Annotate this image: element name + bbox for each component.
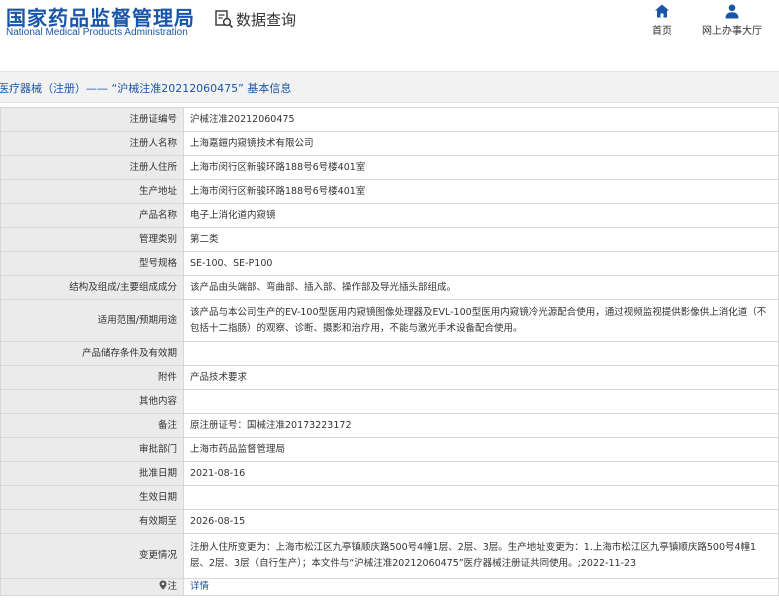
field-label: 注册证编号 xyxy=(0,107,184,132)
note-label-text: 注 xyxy=(167,581,177,592)
field-value: 产品技术要求 xyxy=(183,365,779,390)
document-search-icon xyxy=(215,10,234,29)
note-row: 注 详情 xyxy=(0,578,779,596)
field-value: 注册人住所变更为：上海市松江区九亭镇顺庆路500号4幢1层、2层、3层。生产地址… xyxy=(183,533,779,579)
field-label: 生产地址 xyxy=(0,179,184,204)
field-value: 第二类 xyxy=(183,227,779,252)
details-link[interactable]: 详情 xyxy=(190,581,209,592)
field-value xyxy=(183,389,779,414)
table-row: 有效期至 2026-08-15 xyxy=(0,509,779,534)
field-label: 有效期至 xyxy=(0,509,184,534)
field-value: 电子上消化道内窥镜 xyxy=(183,203,779,228)
field-label: 适用范围/预期用途 xyxy=(0,299,184,342)
nav-online-hall-label: 网上办事大厅 xyxy=(702,26,762,37)
table-row: 注册人名称 上海嘉鎧内窥镜技术有限公司 xyxy=(0,131,779,156)
table-row: 管理类别 第二类 xyxy=(0,227,779,252)
field-label: 型号规格 xyxy=(0,251,184,276)
nav-home[interactable]: 首页 xyxy=(648,3,676,37)
field-label: 备注 xyxy=(0,413,184,438)
field-label: 管理类别 xyxy=(0,227,184,252)
field-value: 上海市闵行区新骏环路188号6号楼401室 xyxy=(183,179,779,204)
field-label: 产品储存条件及有效期 xyxy=(0,341,184,366)
table-row: 结构及组成/主要组成成分 该产品由头端部、弯曲部、插入部、操作部及导光插头部组成… xyxy=(0,275,779,300)
field-label: 批准日期 xyxy=(0,461,184,486)
device-info-table: 注册证编号 沪械注准20212060475 注册人名称 上海嘉鎧内窥镜技术有限公… xyxy=(0,107,779,596)
nav-home-label: 首页 xyxy=(652,26,672,37)
site-header: 国家药品监督管理局 National Medical Products Admi… xyxy=(0,0,779,62)
field-value xyxy=(183,485,779,510)
field-label: 生效日期 xyxy=(0,485,184,510)
field-value: 2026-08-15 xyxy=(183,509,779,534)
field-value: 上海市闵行区新骏环路188号6号楼401室 xyxy=(183,155,779,180)
table-row: 型号规格 SE-100、SE-P100 xyxy=(0,251,779,276)
field-value: 上海市药品监督管理局 xyxy=(183,437,779,462)
table-row: 其他内容 xyxy=(0,389,779,414)
page-title-bar: 医疗器械（注册）—— “沪械注准20212060475” 基本信息 xyxy=(0,71,779,103)
table-row: 变更情况 注册人住所变更为：上海市松江区九亭镇顺庆路500号4幢1层、2层、3层… xyxy=(0,533,779,579)
data-query-label: 数据查询 xyxy=(236,10,297,29)
table-row: 备注 原注册证号：国械注准20173223172 xyxy=(0,413,779,438)
field-value: 该产品由头端部、弯曲部、插入部、操作部及导光插头部组成。 xyxy=(183,275,779,300)
field-value: 沪械注准20212060475 xyxy=(183,107,779,132)
table-row: 生产地址 上海市闵行区新骏环路188号6号楼401室 xyxy=(0,179,779,204)
table-row: 审批部门 上海市药品监督管理局 xyxy=(0,437,779,462)
home-icon xyxy=(655,4,669,18)
note-value: 详情 xyxy=(183,578,779,596)
field-label: 注册人住所 xyxy=(0,155,184,180)
user-icon xyxy=(725,4,739,19)
table-row: 生效日期 xyxy=(0,485,779,510)
table-row: 注册证编号 沪械注准20212060475 xyxy=(0,107,779,132)
site-logo-en: National Medical Products Administration xyxy=(6,27,188,38)
field-label: 结构及组成/主要组成成分 xyxy=(0,275,184,300)
field-value xyxy=(183,341,779,366)
data-query-link[interactable]: 数据查询 xyxy=(214,8,296,30)
field-value: 该产品与本公司生产的EV-100型医用内窥镜图像处理器及EVL-100型医用内窥… xyxy=(183,299,779,342)
nav-online-hall[interactable]: 网上办事大厅 xyxy=(697,3,767,37)
field-label: 产品名称 xyxy=(0,203,184,228)
field-value: 上海嘉鎧内窥镜技术有限公司 xyxy=(183,131,779,156)
field-value: 原注册证号：国械注准20173223172 xyxy=(183,413,779,438)
note-label: 注 xyxy=(0,578,184,596)
table-row: 产品名称 电子上消化道内窥镜 xyxy=(0,203,779,228)
field-label: 附件 xyxy=(0,365,184,390)
page-title: 医疗器械（注册）—— “沪械注准20212060475” 基本信息 xyxy=(0,82,292,95)
table-row: 批准日期 2021-08-16 xyxy=(0,461,779,486)
field-value: SE-100、SE-P100 xyxy=(183,251,779,276)
field-label: 注册人名称 xyxy=(0,131,184,156)
field-value: 2021-08-16 xyxy=(183,461,779,486)
field-label: 其他内容 xyxy=(0,389,184,414)
table-row: 产品储存条件及有效期 xyxy=(0,341,779,366)
table-row: 注册人住所 上海市闵行区新骏环路188号6号楼401室 xyxy=(0,155,779,180)
table-row: 附件 产品技术要求 xyxy=(0,365,779,390)
field-label: 审批部门 xyxy=(0,437,184,462)
table-row: 适用范围/预期用途 该产品与本公司生产的EV-100型医用内窥镜图像处理器及EV… xyxy=(0,299,779,342)
field-label: 变更情况 xyxy=(0,533,184,579)
